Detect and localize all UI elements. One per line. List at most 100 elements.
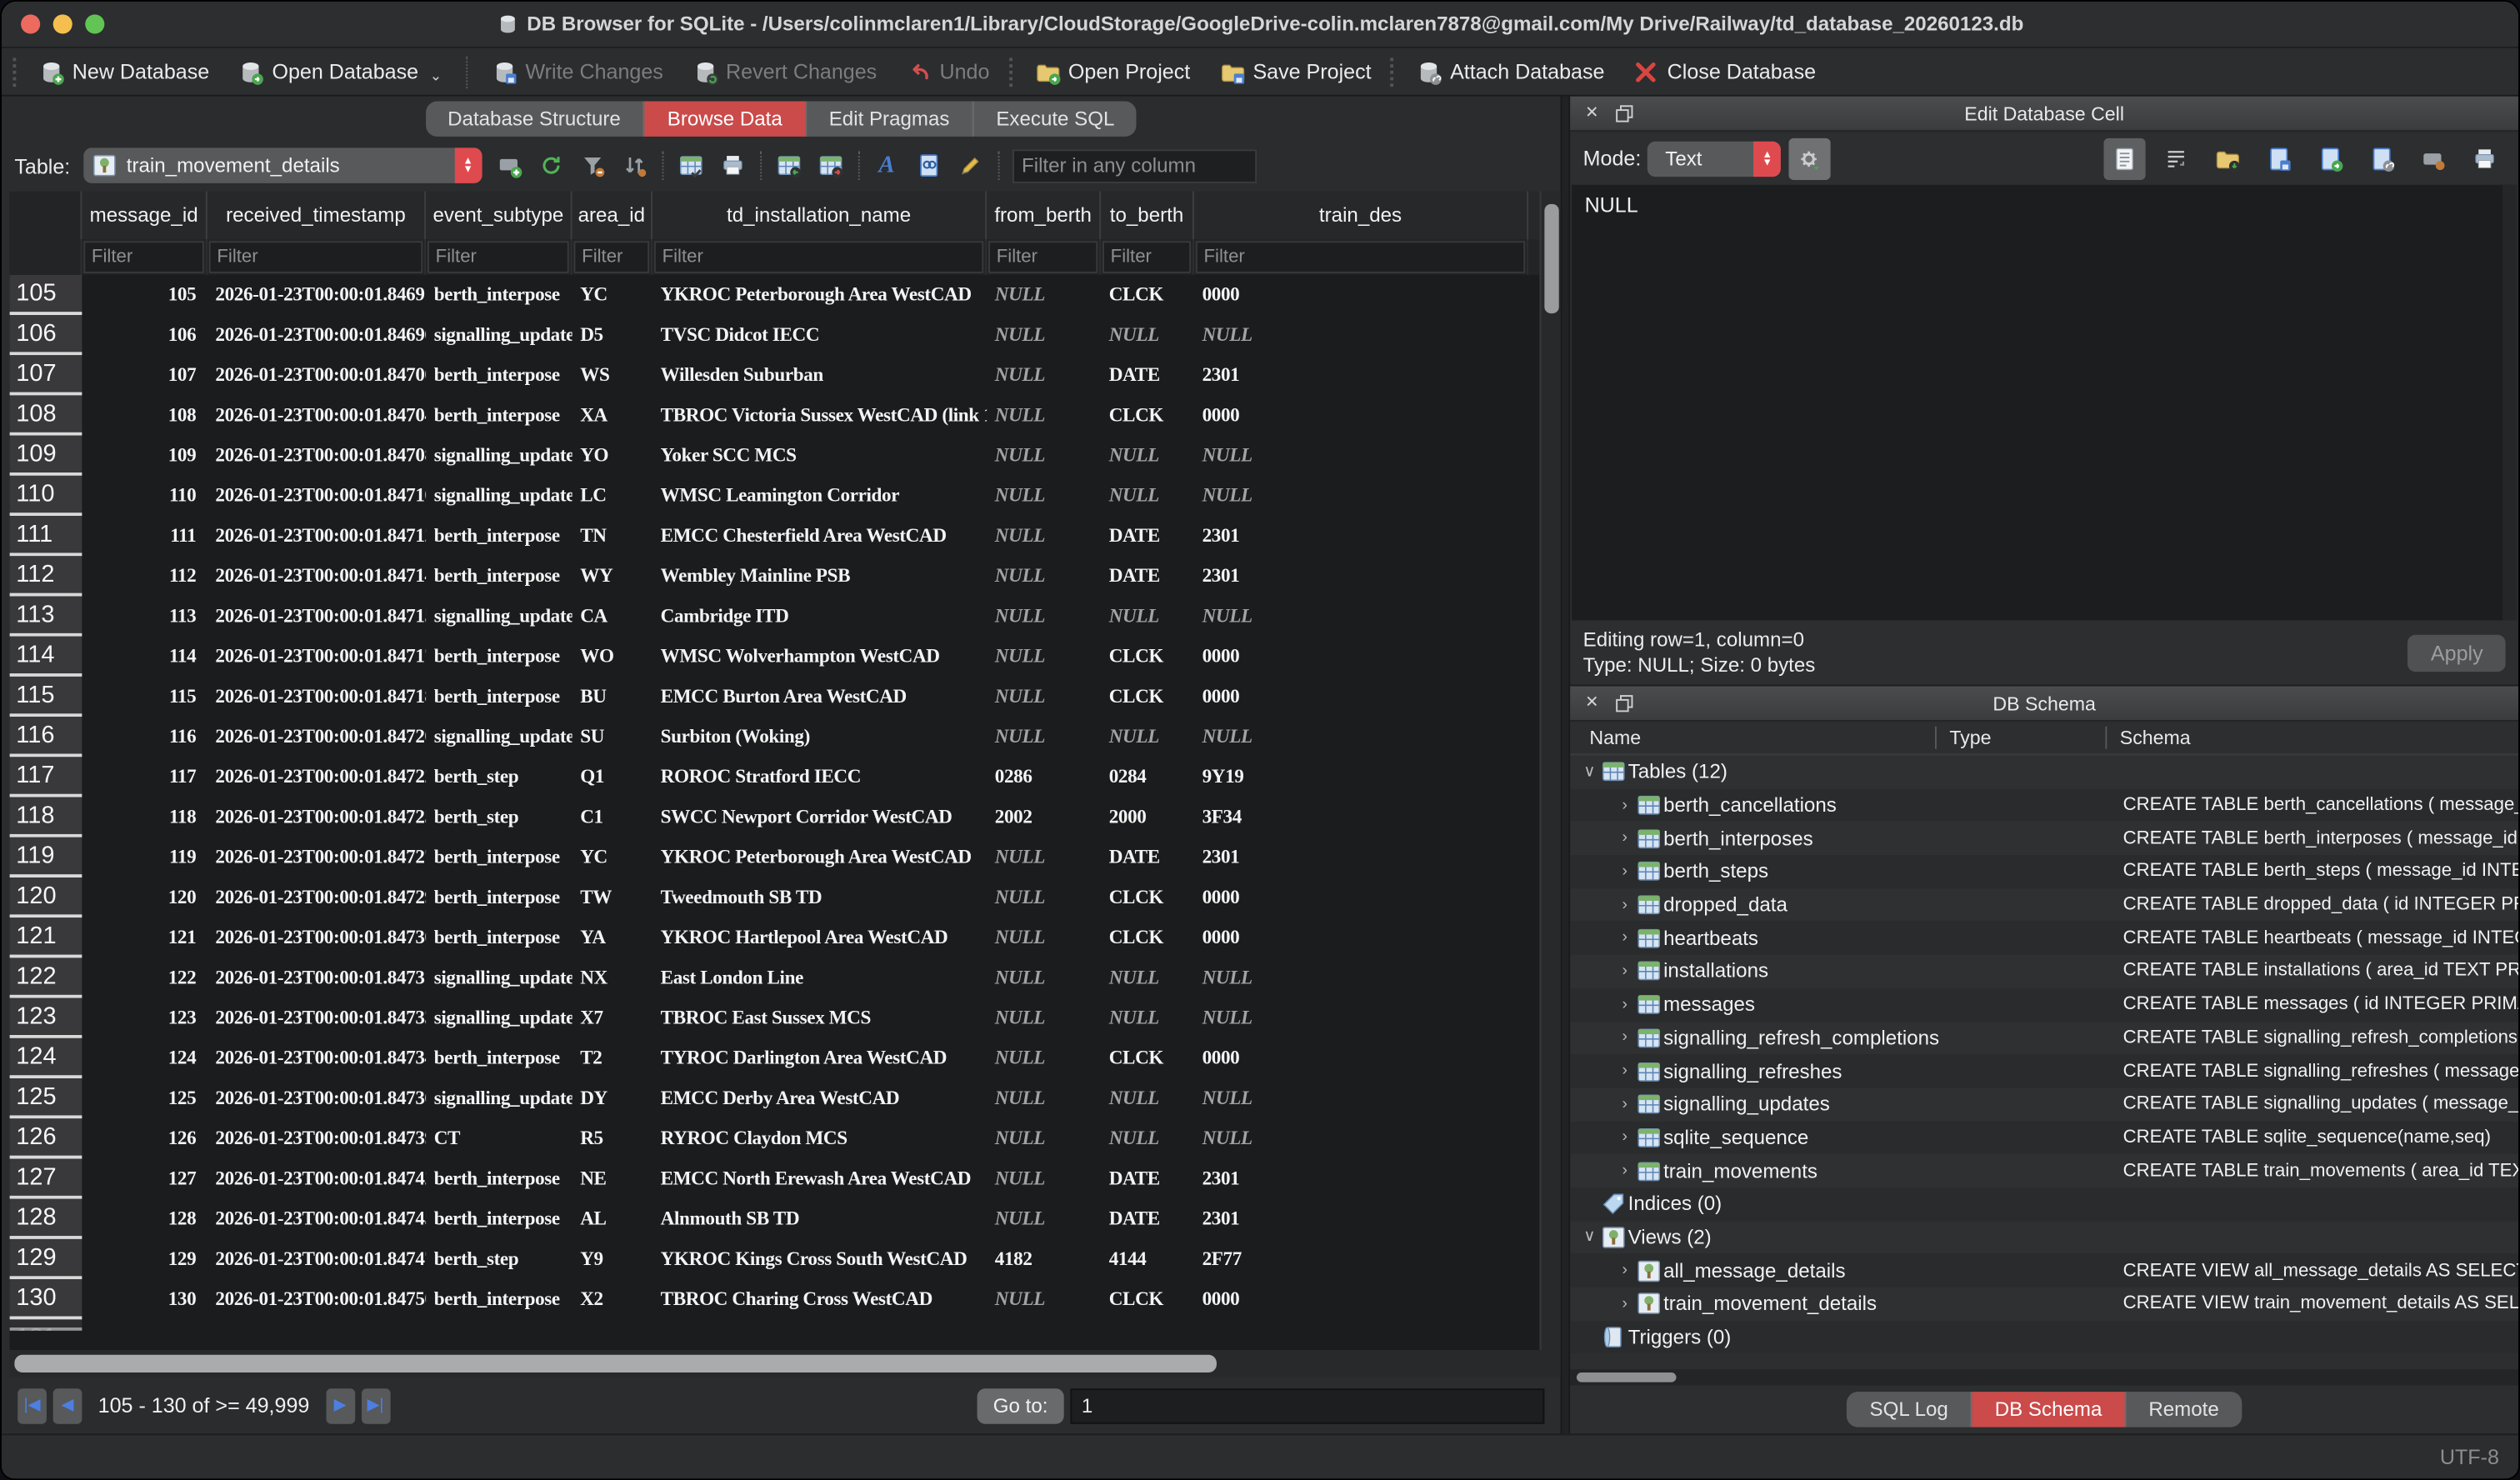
goto-button[interactable]: Go to: (977, 1388, 1063, 1422)
cell-event_subtype[interactable]: signalling_update (426, 1078, 572, 1118)
schema-col-type[interactable]: Type (1937, 727, 2107, 749)
cell-area_id[interactable]: TW (572, 878, 652, 918)
cell-editor[interactable]: NULL (1572, 185, 2517, 621)
cell-train_des[interactable]: NULL (1194, 998, 1528, 1038)
chevron-right-icon[interactable]: › (1615, 1062, 1634, 1080)
row-number[interactable]: 120 (10, 878, 82, 918)
cell-td_installation_name[interactable]: Willesden Suburban (652, 355, 987, 395)
chevron-right-icon[interactable]: › (1615, 1096, 1634, 1113)
export-table-button[interactable] (809, 146, 851, 184)
column-header-td_installation_name[interactable]: td_installation_name (652, 191, 987, 239)
column-header-received_timestamp[interactable]: received_timestamp (208, 191, 426, 239)
clear-filter-button[interactable] (572, 146, 613, 184)
cell-event_subtype[interactable]: berth_step (426, 757, 572, 797)
schema-item-berth_steps[interactable]: ›berth_stepsCREATE TABLE berth_steps ( m… (1570, 855, 2518, 888)
cell-area_id[interactable]: LC (572, 476, 652, 516)
column-header-area_id[interactable]: area_id (572, 191, 652, 239)
cell-to_berth[interactable]: NULL (1101, 1078, 1194, 1118)
cell-area_id[interactable]: D5 (572, 315, 652, 355)
row-number[interactable]: 122 (10, 958, 82, 998)
tab-database-structure[interactable]: Database Structure (425, 101, 645, 136)
cell-received_timestamp[interactable]: 2026-01-23T00:00:01.847275 (208, 838, 426, 878)
cell-message_id[interactable]: 124 (82, 1038, 207, 1078)
cell-received_timestamp[interactable]: 2026-01-23T00:00:01.846961 (208, 315, 426, 355)
cell-to_berth[interactable]: 2000 (1101, 798, 1194, 838)
apply-button[interactable]: Apply (2408, 634, 2506, 671)
chevron-right-icon[interactable]: › (1615, 1262, 1634, 1279)
cell-event_subtype[interactable]: berth_interpose (426, 918, 572, 958)
cell-td_installation_name[interactable]: YKROC Peterborough Area WestCAD (652, 838, 987, 878)
row-number[interactable]: 116 (10, 717, 82, 757)
schema-col-name[interactable]: Name (1570, 727, 1937, 749)
cell-to_berth[interactable]: NULL (1101, 958, 1194, 998)
column-header-to_berth[interactable]: to_berth (1101, 191, 1194, 239)
cell-td_installation_name[interactable]: YKROC Hartlepool Area WestCAD (652, 918, 987, 958)
goto-input[interactable] (1070, 1388, 1544, 1422)
cell-to_berth[interactable]: 0284 (1101, 757, 1194, 797)
row-number[interactable]: 109 (10, 436, 82, 476)
filter-input-event_subtype[interactable] (428, 241, 569, 273)
cell-td_installation_name[interactable]: ROROC Stratford IECC (652, 757, 987, 797)
cell-message_id[interactable]: 120 (82, 878, 207, 918)
minimize-window-button[interactable] (53, 14, 72, 33)
next-page-button[interactable]: ▶ (326, 1388, 355, 1422)
cell-event_subtype[interactable]: berth_step (426, 798, 572, 838)
cell-area_id[interactable]: WS (572, 355, 652, 395)
cell-received_timestamp[interactable]: 2026-01-23T00:00:01.847367 (208, 1078, 426, 1118)
cell-to_berth[interactable]: CLCK (1101, 637, 1194, 677)
cell-area_id[interactable]: WY (572, 556, 652, 596)
cell-td_installation_name[interactable]: TBROC East Sussex MCS (652, 998, 987, 1038)
cell-to_berth[interactable]: DATE (1101, 556, 1194, 596)
cell-event_subtype[interactable]: berth_step (426, 1239, 572, 1279)
cell-area_id[interactable]: YO (572, 436, 652, 476)
cell-event_subtype[interactable]: berth_interpose (426, 395, 572, 435)
cell-from_berth[interactable]: NULL (987, 315, 1101, 355)
cell-message_id[interactable]: 123 (82, 998, 207, 1038)
cell-from_berth[interactable]: NULL (987, 596, 1101, 636)
row-number[interactable]: 117 (10, 757, 82, 797)
schema-col-schema[interactable]: Schema (2107, 727, 2518, 749)
cell-td_installation_name[interactable]: Tweedmouth SB TD (652, 878, 987, 918)
cell-td_installation_name[interactable]: TVSC Didcot IECC (652, 315, 987, 355)
combo-stepper[interactable]: ▲▼ (454, 148, 482, 182)
cell-td_installation_name[interactable]: WMSC Leamington Corridor (652, 476, 987, 516)
cell-received_timestamp[interactable]: 2026-01-23T00:00:01.847158 (208, 596, 426, 636)
column-header-message_id[interactable]: message_id (82, 191, 207, 239)
row-number[interactable]: 130 (10, 1279, 82, 1319)
cell-area_id[interactable]: YC (572, 838, 652, 878)
cell-received_timestamp[interactable]: 2026-01-23T00:00:01.847229 (208, 757, 426, 797)
chevron-right-icon[interactable]: › (1615, 1162, 1634, 1180)
cell-message_id[interactable]: 113 (82, 596, 207, 636)
print-button[interactable] (712, 146, 753, 184)
set-null-button[interactable] (2412, 138, 2454, 179)
filter-input-to_berth[interactable] (1102, 241, 1191, 273)
cell-area_id[interactable]: SU (572, 717, 652, 757)
cell-to_berth[interactable]: CLCK (1101, 395, 1194, 435)
schema-item-messages[interactable]: ›messagesCREATE TABLE messages ( id INTE… (1570, 988, 2518, 1022)
save-project-button[interactable]: Save Project (1205, 54, 1386, 89)
cell-received_timestamp[interactable]: 2026-01-23T00:00:01.847109 (208, 476, 426, 516)
editor-scrollbar[interactable] (2502, 185, 2517, 621)
save-results-button[interactable] (670, 146, 712, 184)
schema-item-signalling_refresh_completions[interactable]: ›signalling_refresh_completionsCREATE TA… (1570, 1022, 2518, 1055)
cell-area_id[interactable]: CA (572, 596, 652, 636)
cell-event_subtype[interactable]: signalling_update (426, 958, 572, 998)
cell-td_installation_name[interactable]: RYROC Claydon MCS (652, 1118, 987, 1158)
cell-area_id[interactable]: YC (572, 275, 652, 315)
horizontal-scrollbar-thumb[interactable] (14, 1355, 1217, 1372)
cell-train_des[interactable]: NULL (1194, 596, 1528, 636)
cell-message_id[interactable]: 111 (82, 516, 207, 556)
schema-item-dropped_data[interactable]: ›dropped_dataCREATE TABLE dropped_data (… (1570, 888, 2518, 922)
word-wrap-button[interactable] (2155, 138, 2197, 179)
schema-item-berth_cancellations[interactable]: ›berth_cancellationsCREATE TABLE berth_c… (1570, 788, 2518, 822)
cell-from_berth[interactable]: NULL (987, 677, 1101, 717)
zoom-window-button[interactable] (85, 14, 104, 33)
filter-input-from_berth[interactable] (988, 241, 1098, 273)
cell-area_id[interactable]: NE (572, 1158, 652, 1198)
cell-received_timestamp[interactable]: 2026-01-23T00:00:01.847128 (208, 516, 426, 556)
toolbar-grip[interactable] (1009, 57, 1016, 86)
cell-to_berth[interactable]: CLCK (1101, 878, 1194, 918)
cell-td_installation_name[interactable]: Wembley Mainline PSB (652, 556, 987, 596)
vertical-scrollbar-thumb[interactable] (1544, 204, 1558, 313)
cell-received_timestamp[interactable]: 2026-01-23T00:00:01.847290 (208, 878, 426, 918)
